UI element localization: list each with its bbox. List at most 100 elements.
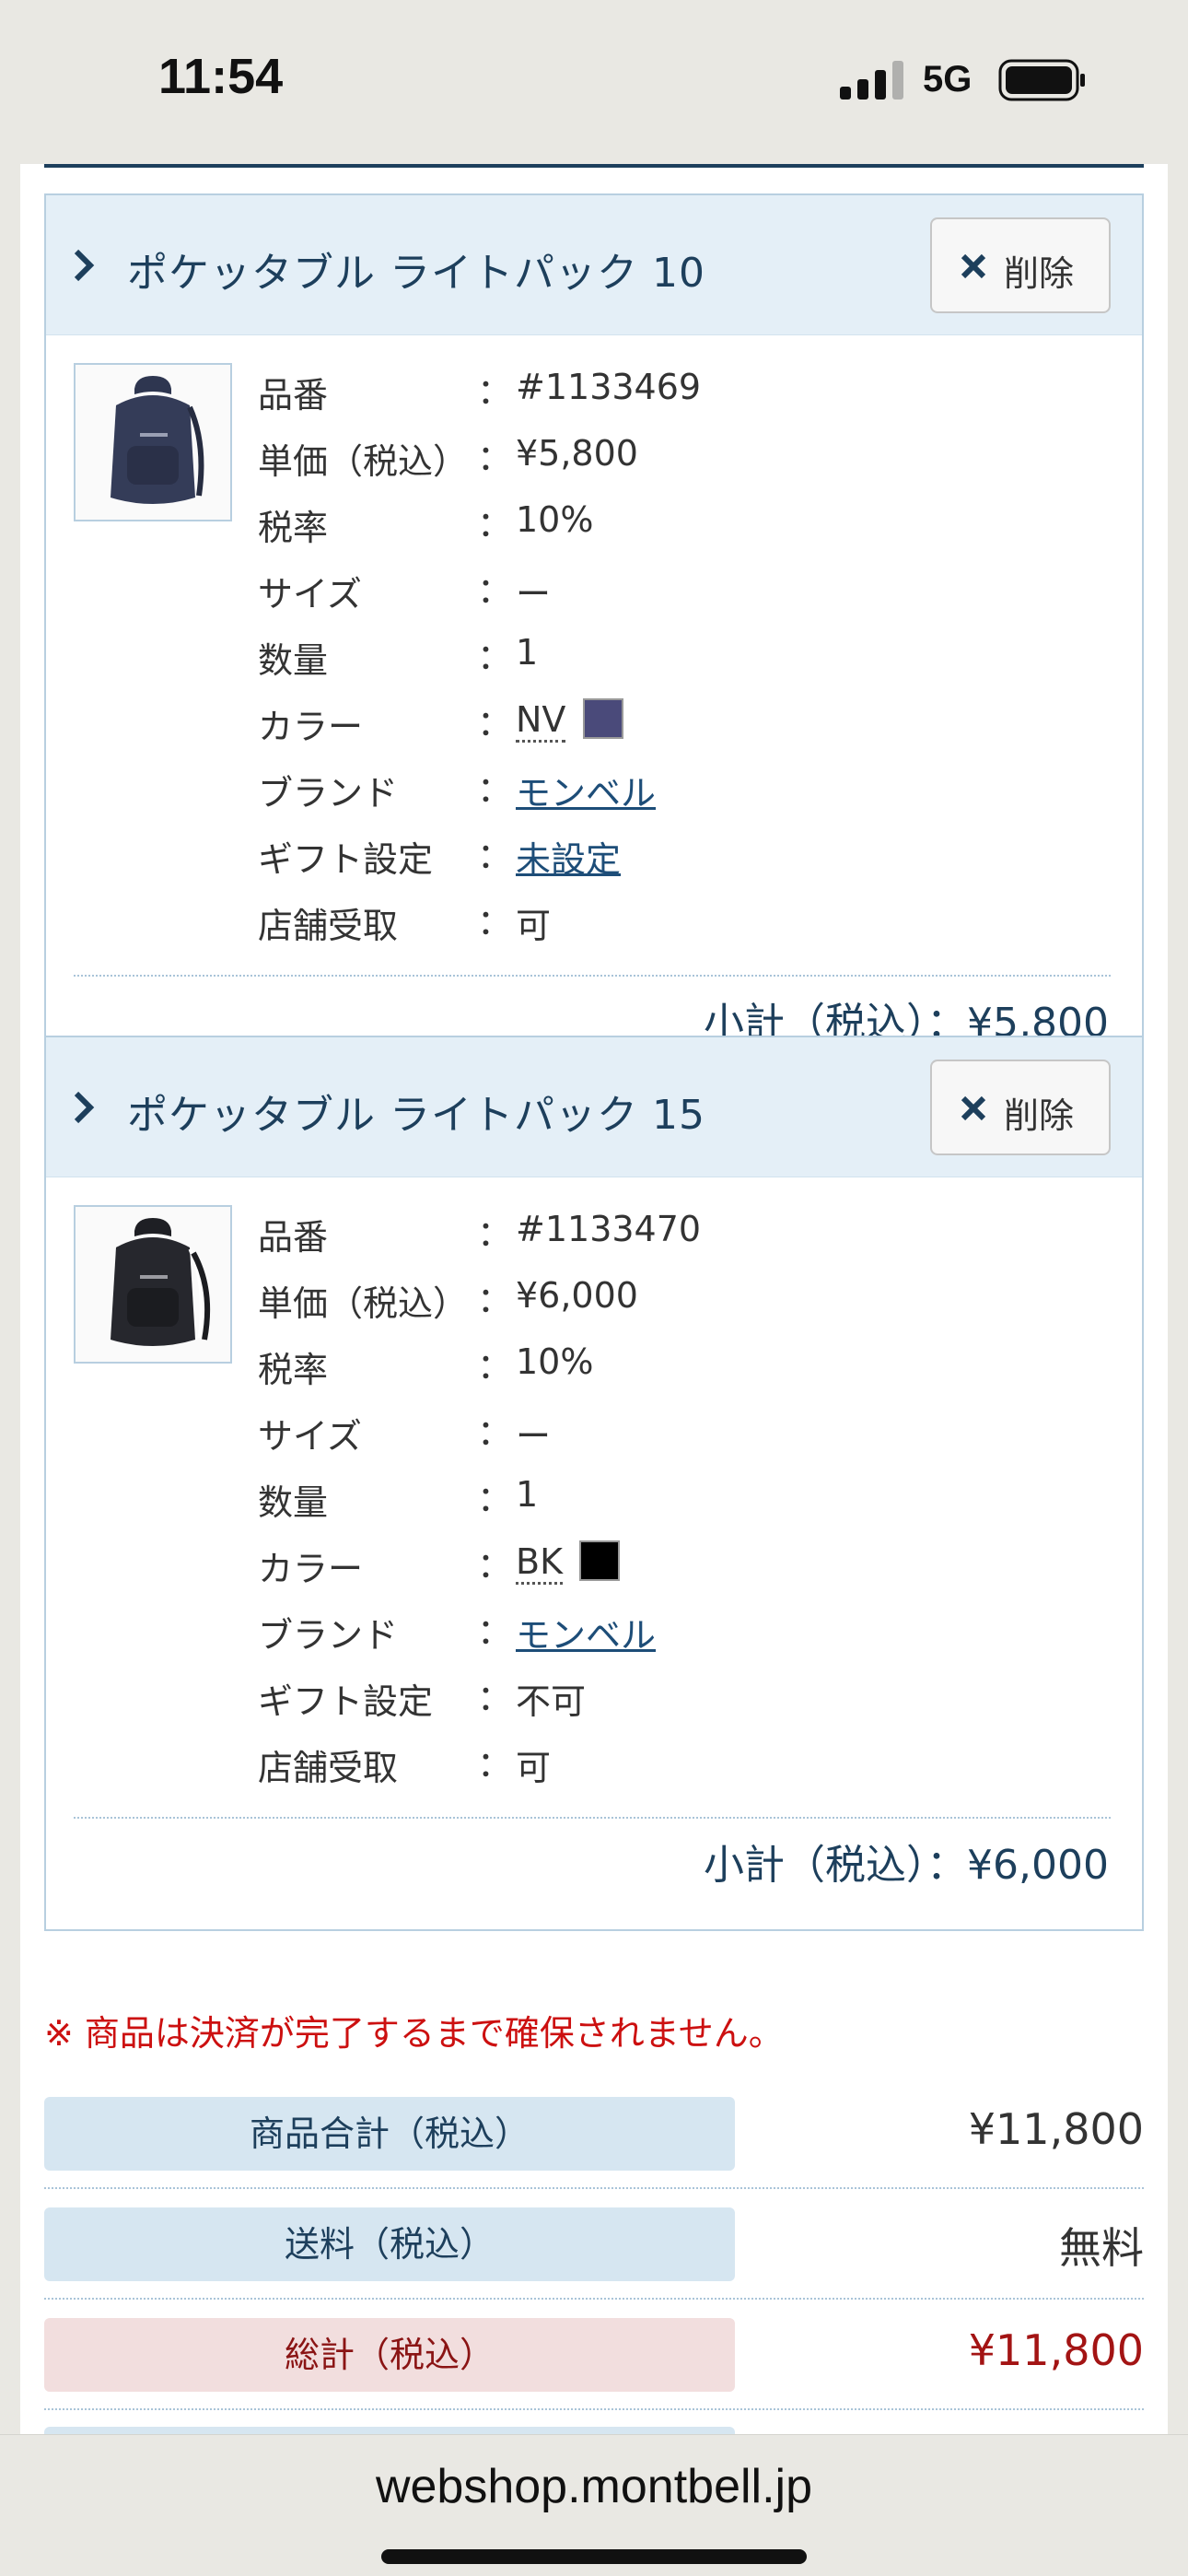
spec-label: カラー xyxy=(258,707,364,747)
spec-value: 1 xyxy=(516,632,539,673)
spec-colon: ： xyxy=(477,504,513,544)
cart-item: ポケッタブル ライトパック 10 削除 品番 ： #1133469 単価（税込）… xyxy=(46,195,1142,1047)
reservation-notice: ※ 商品は決済が完了するまで確保されません。 xyxy=(44,2013,784,2054)
spec-value: 10% xyxy=(516,1341,594,1382)
spec-value: 不可 xyxy=(516,1681,587,1722)
product-thumbnail[interactable] xyxy=(74,1205,232,1364)
color-code[interactable]: NV xyxy=(516,699,566,743)
spec-store-pickup: 店舗受取 ： 可 xyxy=(258,1736,1087,1802)
spec-label: 数量 xyxy=(258,640,329,681)
spec-value: 1 xyxy=(516,1474,539,1515)
spec-label: 単価（税込） xyxy=(258,441,469,482)
divider xyxy=(74,975,1111,977)
spec-value: NV xyxy=(516,698,623,743)
divider xyxy=(44,2187,1144,2189)
spec-tax-rate: 税率 ： 10% xyxy=(258,496,1087,562)
item-specs: 品番 ： #1133469 単価（税込） ： ¥5,800 税率 ： 10% サ… xyxy=(258,363,1087,960)
product-thumbnail[interactable] xyxy=(74,363,232,521)
browser-address-bar[interactable]: webshop.montbell.jp xyxy=(0,2434,1188,2576)
spec-label: 店舗受取 xyxy=(258,906,399,946)
spec-colon: ： xyxy=(477,570,513,611)
spec-value: #1133469 xyxy=(516,367,702,407)
delete-button[interactable]: 削除 xyxy=(930,1060,1111,1155)
chevron-right-icon[interactable] xyxy=(72,247,96,284)
spec-tax-rate: 税率 ： 10% xyxy=(258,1338,1087,1404)
delete-button[interactable]: 削除 xyxy=(930,217,1111,313)
spec-quantity: 数量 ： 1 xyxy=(258,1470,1087,1537)
spec-colon: ： xyxy=(477,1412,513,1453)
shipping-row: 送料（税込） 無料 xyxy=(44,2207,1144,2318)
gift-setting-link[interactable]: 未設定 xyxy=(516,831,621,882)
spec-colon: ： xyxy=(477,1479,513,1519)
merch-total-row: 商品合計（税込） ¥11,800 xyxy=(44,2097,1144,2207)
spec-colon: ： xyxy=(477,371,513,412)
divider xyxy=(44,2408,1144,2410)
grand-total-row: 総計（税込） ¥11,800 xyxy=(44,2318,1144,2429)
home-indicator[interactable] xyxy=(381,2549,807,2564)
spec-label: カラー xyxy=(258,1549,364,1589)
next-row-partial xyxy=(44,2427,1144,2434)
signal-icon xyxy=(840,61,903,100)
spec-store-pickup: 店舗受取 ： 可 xyxy=(258,894,1087,960)
spec-colon: ： xyxy=(477,1213,513,1254)
merch-total-label: 商品合計（税込） xyxy=(44,2097,735,2171)
spec-color: カラー ： BK xyxy=(258,1537,1087,1603)
cart-page: ポケッタブル ライトパック 10 削除 品番 ： #1133469 単価（税込）… xyxy=(20,164,1168,2434)
brand-link[interactable]: モンベル xyxy=(516,1607,656,1657)
close-icon xyxy=(961,253,986,279)
spec-value: #1133470 xyxy=(516,1209,702,1249)
spec-quantity: 数量 ： 1 xyxy=(258,628,1087,695)
spec-label: ブランド xyxy=(258,773,399,814)
spec-label: ブランド xyxy=(258,1615,399,1656)
spec-value: ー xyxy=(516,574,552,615)
item-name[interactable]: ポケッタブル ライトパック 15 xyxy=(127,1082,705,1141)
divider xyxy=(74,1817,1111,1819)
spec-colon: ： xyxy=(477,769,513,810)
spec-part-no: 品番 ： #1133470 xyxy=(258,1205,1087,1271)
header-divider xyxy=(44,164,1144,168)
url-text[interactable]: webshop.montbell.jp xyxy=(0,2459,1188,2514)
spec-value: 可 xyxy=(516,1748,552,1788)
color-swatch xyxy=(582,698,623,739)
item-header: ポケッタブル ライトパック 10 削除 xyxy=(46,195,1142,335)
spec-brand: ブランド ： モンベル xyxy=(258,761,1087,827)
spec-part-no: 品番 ： #1133469 xyxy=(258,363,1087,429)
spec-size: サイズ ： ー xyxy=(258,1404,1087,1470)
spec-value: BK xyxy=(516,1540,621,1585)
spec-gift: ギフト設定 ： 不可 xyxy=(258,1669,1087,1736)
item-body: 品番 ： #1133470 単価（税込） ： ¥6,000 税率 ： 10% サ… xyxy=(46,1177,1142,1929)
delete-label: 削除 xyxy=(1004,253,1075,294)
spec-label: ギフト設定 xyxy=(258,1681,434,1722)
spec-gift: ギフト設定 ： 未設定 xyxy=(258,827,1087,894)
status-bar: 11:54 5G xyxy=(0,0,1188,164)
backpack-black-image xyxy=(111,1218,211,1346)
grand-total-label: 総計（税込） xyxy=(44,2318,735,2392)
spec-label: 単価（税込） xyxy=(258,1283,469,1324)
spec-value: ー xyxy=(516,1416,552,1457)
spec-label: サイズ xyxy=(258,574,362,615)
spec-color: カラー ： NV xyxy=(258,695,1087,761)
next-row-label xyxy=(44,2427,735,2434)
item-subtotal: 小計（税込）：¥6,000 xyxy=(704,1842,1109,1889)
item-specs: 品番 ： #1133470 単価（税込） ： ¥6,000 税率 ： 10% サ… xyxy=(258,1205,1087,1802)
backpack-navy-image xyxy=(111,376,204,504)
spec-size: サイズ ： ー xyxy=(258,562,1087,628)
spec-brand: ブランド ： モンベル xyxy=(258,1603,1087,1669)
network-label: 5G xyxy=(923,59,973,100)
delete-label: 削除 xyxy=(1004,1095,1075,1136)
brand-link[interactable]: モンベル xyxy=(516,765,656,815)
spec-label: 税率 xyxy=(258,508,329,548)
item-name[interactable]: ポケッタブル ライトパック 10 xyxy=(127,240,705,299)
spec-unit-price: 単価（税込） ： ¥6,000 xyxy=(258,1271,1087,1338)
chevron-right-icon[interactable] xyxy=(72,1089,96,1126)
spec-value: ¥6,000 xyxy=(516,1275,638,1316)
spec-label: 品番 xyxy=(258,1217,329,1258)
spec-colon: ： xyxy=(477,1744,513,1785)
color-code[interactable]: BK xyxy=(516,1541,563,1585)
shipping-label: 送料（税込） xyxy=(44,2207,735,2281)
spec-colon: ： xyxy=(477,1545,513,1586)
merch-total-value: ¥11,800 xyxy=(968,2104,1144,2154)
spec-value: 可 xyxy=(516,906,552,946)
spec-colon: ： xyxy=(477,902,513,943)
spec-label: サイズ xyxy=(258,1416,362,1457)
